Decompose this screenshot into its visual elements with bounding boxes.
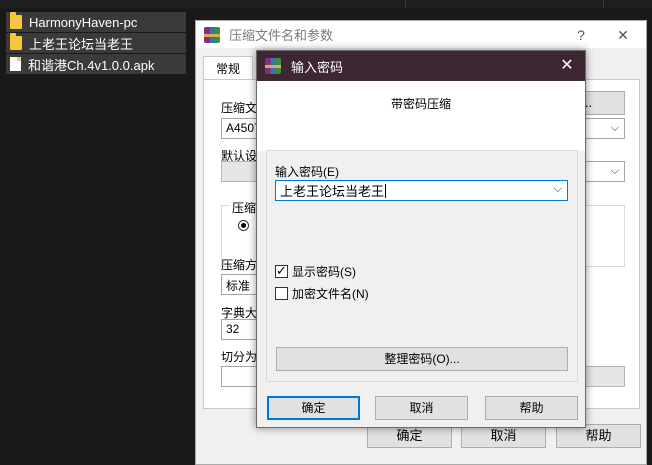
ok-button[interactable]: 确定 [267,396,360,420]
help-button[interactable]: 帮助 [485,396,578,420]
split-volume-label: 切分为 [221,350,258,364]
dialog-title: 压缩文件名和参数 [229,28,334,43]
column-divider[interactable] [405,0,406,8]
file-list-item[interactable]: 和谐港Ch.4v1.0.0.apk [6,54,186,74]
encrypt-filenames-option[interactable]: 加密文件名(N) [275,285,369,302]
chevron-down-icon[interactable]: ⌵ [611,165,619,178]
show-password-option[interactable]: 显示密码(S) [275,263,356,280]
dialog-title: 输入密码 [291,59,344,75]
organize-passwords-button[interactable]: 整理密码(O)... [276,347,568,371]
cancel-button[interactable]: 取消 [375,396,468,420]
dialog-header: 带密码压缩 [257,81,585,151]
compression-method-label: 压缩方 [221,258,258,272]
show-password-label: 显示密码(S) [292,265,356,279]
title-bar: 输入密码 ✕ [257,51,585,81]
file-list-item[interactable]: 上老王论坛当老王 [6,33,186,53]
close-icon[interactable]: ✕ [555,55,579,77]
file-name: 上老王论坛当老王 [29,36,134,52]
winrar-icon [204,26,220,43]
compression-method-value: 标准 [226,279,251,293]
column-divider[interactable] [603,0,604,8]
encrypt-filenames-checkbox[interactable] [275,287,288,300]
file-name: HarmonyHaven-pc [29,14,138,30]
help-icon[interactable]: ? [568,25,594,45]
chevron-down-icon[interactable]: ⌵ [554,183,562,196]
archive-name-label: 压缩文 [221,101,258,115]
title-bar: 压缩文件名和参数 ? ✕ [196,21,646,48]
enter-password-dialog: 输入密码 ✕ 带密码压缩 输入密码(E) 上老王论坛当老王 ⌵ 显示密码(S) … [256,50,586,428]
chevron-down-icon[interactable]: ⌵ [611,122,619,135]
file-list-item[interactable]: HarmonyHaven-pc [6,12,186,32]
text-caret [385,183,387,198]
password-input[interactable]: 上老王论坛当老王 ⌵ [275,180,568,201]
winrar-icon [265,58,281,74]
dictionary-size-value: 32 [226,322,240,336]
folder-icon [10,33,22,50]
folder-icon [10,12,22,29]
tab-general[interactable]: 常规 [203,56,253,80]
encrypt-filenames-label: 加密文件名(N) [292,287,369,301]
file-name: 和谐港Ch.4v1.0.0.apk [28,57,155,73]
close-icon[interactable]: ✕ [610,25,636,45]
archive-format-label: 压缩 [230,199,259,216]
password-label: 输入密码(E) [275,165,339,179]
format-radio[interactable] [238,219,249,233]
explorer-header-row [0,0,652,8]
set-password-button[interactable] [584,366,625,387]
password-value: 上老王论坛当老王 [280,184,385,199]
show-password-checkbox[interactable] [275,263,288,279]
file-icon [10,57,21,71]
header-text: 带密码压缩 [390,97,451,111]
